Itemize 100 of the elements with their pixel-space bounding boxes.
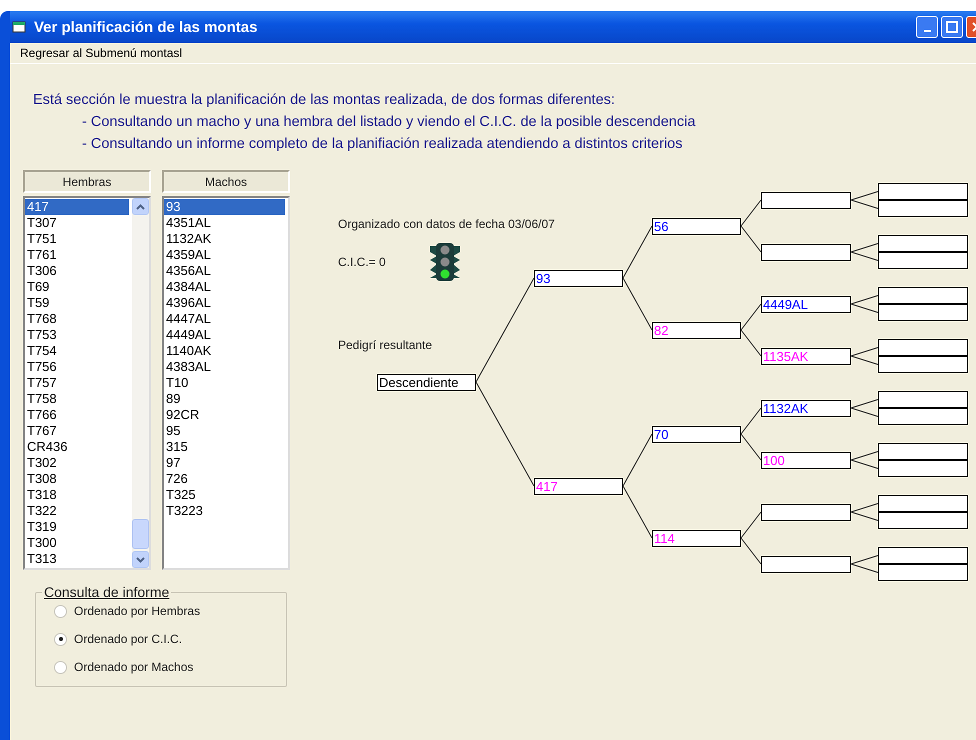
connector-line: [622, 486, 652, 538]
list-item[interactable]: T318: [25, 487, 129, 503]
list-item[interactable]: T325: [164, 487, 285, 503]
scroll-thumb[interactable]: [132, 519, 149, 549]
list-item[interactable]: T59: [25, 295, 129, 311]
connector-line: [850, 304, 878, 313]
list-item[interactable]: CR436: [25, 439, 129, 455]
minimize-button[interactable]: [916, 16, 938, 38]
caret-down-icon: [136, 556, 145, 562]
list-item[interactable]: T761: [25, 247, 129, 263]
radio-button[interactable]: [54, 604, 67, 618]
connector-line: [740, 304, 762, 330]
list-item[interactable]: 4384AL: [164, 279, 285, 295]
list-item[interactable]: 95: [164, 423, 285, 439]
list-item[interactable]: T768: [25, 311, 129, 327]
list-item[interactable]: 4356AL: [164, 263, 285, 279]
connector-line: [622, 434, 652, 486]
radio-label: Ordenado por Hembras: [74, 604, 200, 618]
list-item[interactable]: 93: [164, 199, 285, 215]
radio-button[interactable]: [54, 632, 67, 646]
list-item[interactable]: T307: [25, 215, 129, 231]
list-item[interactable]: T322: [25, 503, 129, 519]
pedigree-node: 100: [761, 452, 851, 468]
pedigree-node: 417: [534, 478, 623, 494]
list-item[interactable]: 97: [164, 455, 285, 471]
radio-label: Ordenado por C.I.C.: [74, 632, 182, 646]
pedigree-caption: Pedigrí resultante: [338, 338, 432, 352]
list-item[interactable]: 417: [25, 199, 129, 215]
list-item[interactable]: 4396AL: [164, 295, 285, 311]
list-item[interactable]: T313: [25, 551, 129, 567]
radio-option[interactable]: Ordenado por C.I.C.: [54, 632, 286, 646]
connector-line: [850, 191, 878, 200]
list-header: Machos: [162, 170, 290, 193]
connector-line: [850, 295, 878, 304]
list-item[interactable]: T308: [25, 471, 129, 487]
scroll-up-button[interactable]: [132, 198, 149, 215]
radio-button[interactable]: [54, 660, 67, 674]
connector-line: [740, 538, 762, 564]
list-item[interactable]: T756: [25, 359, 129, 375]
list-item[interactable]: T319: [25, 519, 129, 535]
list-item[interactable]: T306: [25, 263, 129, 279]
scrollbar[interactable]: [132, 198, 149, 568]
pedigree-node: 114: [652, 530, 741, 546]
list-item[interactable]: T767: [25, 423, 129, 439]
list-header: Hembras: [23, 170, 151, 193]
menu-item[interactable]: Regresar al Submenú montasl: [20, 46, 182, 60]
list-item[interactable]: T766: [25, 407, 129, 423]
maximize-button[interactable]: [941, 16, 963, 38]
connector-line: [740, 408, 762, 434]
maximize-icon: [946, 21, 958, 33]
list-item[interactable]: 4359AL: [164, 247, 285, 263]
list-item[interactable]: T751: [25, 231, 129, 247]
connector-line: [850, 399, 878, 408]
intro-bullet: - Consultando un macho y una hembra del listado y viendo el C.I.C. de la posible descendencia: [81, 114, 696, 130]
connector-line: [740, 512, 762, 538]
window-icon: [12, 20, 26, 34]
intro-bullet: - Consultando un informe completo de la planifiación realizada atendiendo a distintos criterios: [81, 136, 684, 152]
caret-up-icon: [136, 204, 145, 210]
list-item[interactable]: T757: [25, 375, 129, 391]
connector-line: [850, 512, 878, 521]
radio-label: Ordenado por Machos: [74, 660, 194, 674]
date-note: Organizado con datos de fecha 03/06/07: [338, 217, 555, 231]
connector-line: [622, 226, 652, 278]
pedigree-node: 93: [534, 270, 623, 286]
list-item[interactable]: 1132AK: [164, 231, 285, 247]
pedigree-node: 1132AK: [761, 400, 851, 416]
list-item[interactable]: 4447AL: [164, 311, 285, 327]
connector-line: [850, 252, 878, 261]
list-item[interactable]: T300: [25, 535, 129, 551]
list-item[interactable]: T10: [164, 375, 285, 391]
list-item[interactable]: 4449AL: [164, 327, 285, 343]
list-item[interactable]: 4383AL: [164, 359, 285, 375]
connector-line: [850, 503, 878, 512]
list-item[interactable]: 1140AK: [164, 343, 285, 359]
pedigree-node: 82: [652, 322, 741, 338]
connector-line: [850, 200, 878, 209]
intro-text: Está sección le muestra la planificación de las montas realizada, de dos formas diferentes:: [33, 92, 616, 108]
list-item[interactable]: 315: [164, 439, 285, 455]
list-item[interactable]: T302: [25, 455, 129, 471]
list-item[interactable]: 92CR: [164, 407, 285, 423]
connector-line: [850, 408, 878, 417]
pedigree-node: 70: [652, 426, 741, 442]
traffic-light-icon: [428, 242, 462, 282]
window-title: Ver planificación de las montas: [34, 18, 258, 36]
connector-line: [740, 434, 762, 460]
list-item[interactable]: 89: [164, 391, 285, 407]
scroll-down-button[interactable]: [132, 551, 149, 568]
connector-line: [740, 226, 762, 252]
list-item[interactable]: T754: [25, 343, 129, 359]
list-item[interactable]: 4351AL: [164, 215, 285, 231]
list-item[interactable]: T3223: [164, 503, 285, 519]
connector-line: [622, 278, 652, 330]
list-item[interactable]: 726: [164, 471, 285, 487]
list-item[interactable]: T69: [25, 279, 129, 295]
group-title: Consulta de informe: [43, 584, 170, 600]
radio-option[interactable]: Ordenado por Machos: [54, 660, 286, 674]
list-item[interactable]: T758: [25, 391, 129, 407]
radio-option[interactable]: Ordenado por Hembras: [54, 604, 286, 618]
list-item[interactable]: T753: [25, 327, 129, 343]
connector-line: [850, 564, 878, 573]
